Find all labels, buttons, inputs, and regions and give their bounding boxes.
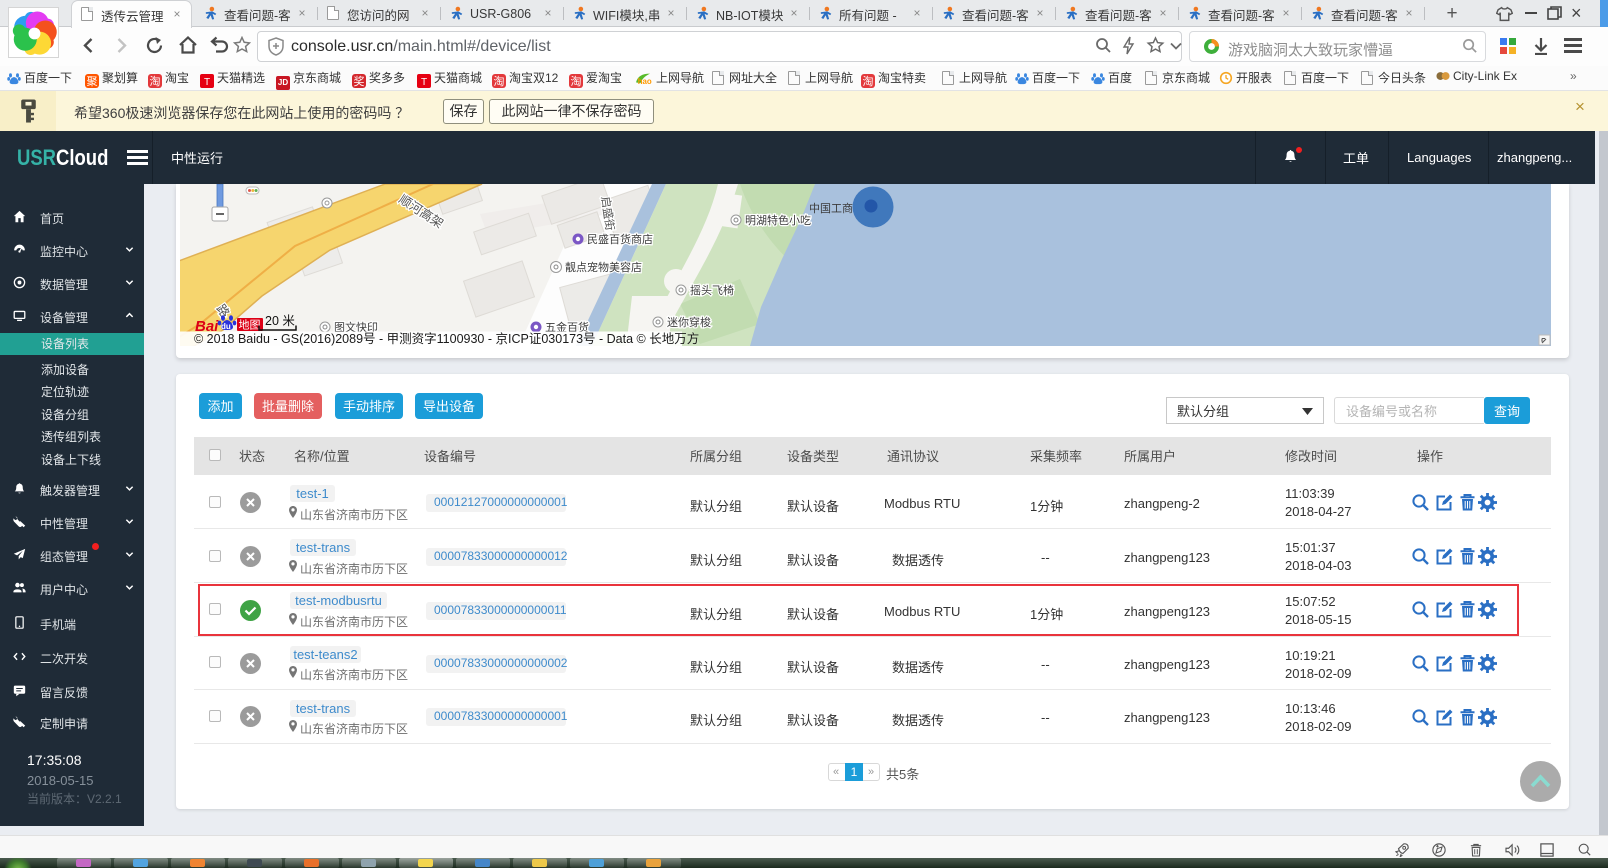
- svg-text:hao: hao: [638, 77, 652, 85]
- svg-text:20 米: 20 米: [265, 310, 295, 329]
- svg-text:地图: 地图: [239, 317, 261, 333]
- svg-text:民盛百货商店: 民盛百货商店: [587, 231, 653, 247]
- svg-text:du: du: [221, 322, 231, 331]
- svg-text:明湖特色小吃: 明湖特色小吃: [745, 212, 811, 228]
- svg-text:摇头飞椅: 摇头飞椅: [690, 282, 734, 298]
- svg-text:Bai: Bai: [195, 318, 219, 335]
- svg-text:靓点宠物美容店: 靓点宠物美容店: [565, 259, 642, 275]
